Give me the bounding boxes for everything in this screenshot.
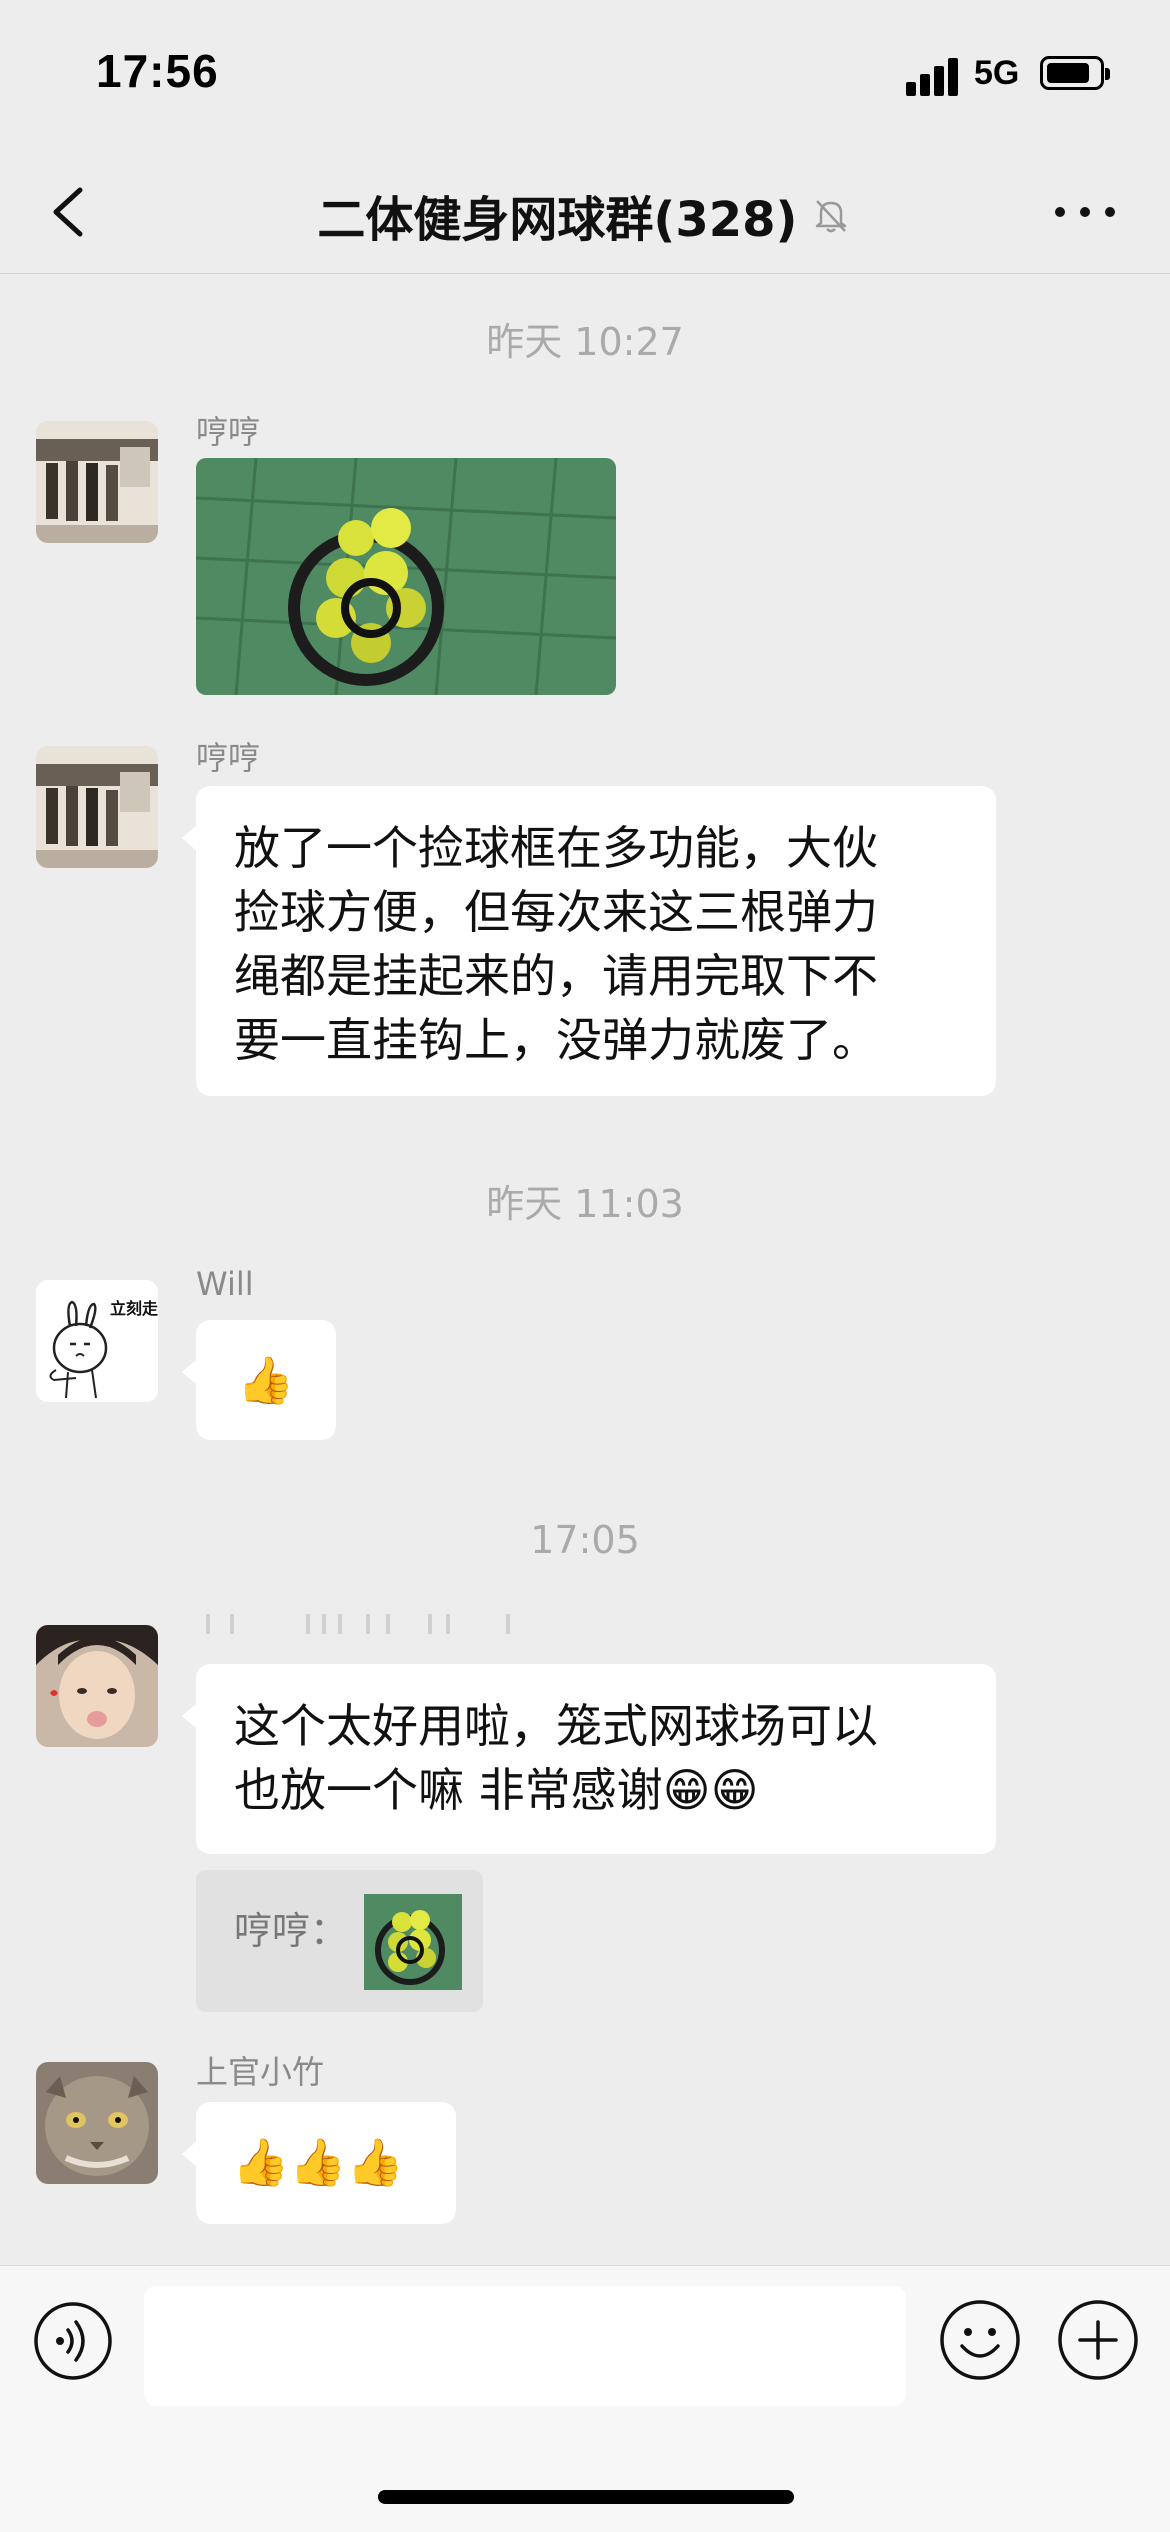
- timestamp: 昨天 11:03: [486, 1182, 684, 1226]
- sender-name: 哼哼: [196, 739, 261, 777]
- status-time: 17:56: [96, 45, 219, 97]
- status-bar: 17:56 5G: [0, 0, 1170, 150]
- voice-icon[interactable]: [32, 2300, 114, 2382]
- image-message[interactable]: [196, 458, 616, 695]
- title-wrap: 二体健身网球群(328): [0, 180, 1170, 250]
- timestamp: 昨天 10:27: [486, 320, 684, 364]
- avatar[interactable]: [36, 1625, 158, 1747]
- plus-circle-icon[interactable]: [1056, 2298, 1140, 2382]
- home-indicator: [378, 2490, 794, 2504]
- signal-icon: [906, 56, 960, 96]
- avatar[interactable]: [36, 2062, 158, 2184]
- chat-list[interactable]: 昨天 10:27 哼哼 哼哼 放了一个捡球框在多功能，大伙 捡球方便，但每次来这…: [0, 275, 1170, 2265]
- network-type: 5G: [974, 54, 1020, 92]
- bell-slash-icon: [815, 200, 846, 233]
- message-line: 放了一个捡球框在多功能，大伙: [234, 821, 878, 875]
- message-line: 要一直挂钩上，没弹力就废了。: [234, 1013, 878, 1067]
- avatar[interactable]: [36, 746, 158, 868]
- timestamp: 17:05: [530, 1518, 640, 1562]
- emoji-icon[interactable]: [938, 2298, 1022, 2382]
- message-line: 也放一个嘛 非常感谢😁😁: [234, 1763, 759, 1817]
- sender-name: Will: [196, 1265, 254, 1303]
- sender-name: 哼哼: [196, 413, 261, 451]
- avatar[interactable]: 立刻走: [36, 1280, 158, 1402]
- chat-title: 二体健身网球群(328): [317, 192, 798, 248]
- text-message[interactable]: 👍: [182, 1320, 336, 1440]
- sticker-text: 立刻走: [110, 1299, 158, 1318]
- avatar[interactable]: [36, 421, 158, 543]
- more-dots-icon[interactable]: [1050, 190, 1120, 234]
- chat-header: 二体健身网球群(328): [0, 150, 1170, 274]
- quote-label: 哼哼：: [234, 1909, 349, 1953]
- quoted-image[interactable]: [364, 1894, 462, 1990]
- quoted-message[interactable]: 哼哼：: [196, 1870, 483, 2012]
- text-message[interactable]: 👍👍👍: [182, 2102, 456, 2224]
- message-line: 这个太好用啦，笼式网球场可以: [234, 1699, 878, 1753]
- message-input[interactable]: [144, 2286, 906, 2406]
- message-text: 👍👍👍: [232, 2135, 404, 2189]
- text-message[interactable]: 放了一个捡球框在多功能，大伙 捡球方便，但每次来这三根弹力 绳都是挂起来的，请用…: [182, 786, 996, 1096]
- text-message[interactable]: 这个太好用啦，笼式网球场可以 也放一个嘛 非常感谢😁😁: [182, 1664, 996, 1854]
- battery-icon: [1040, 56, 1110, 90]
- message-text: 👍: [237, 1353, 295, 1407]
- message-line: 捡球方便，但每次来这三根弹力: [234, 885, 878, 939]
- message-line: 绳都是挂起来的，请用完取下不: [234, 949, 878, 1003]
- redacted-sender: [206, 1612, 526, 1636]
- sender-name: 上官小竹: [196, 2053, 325, 2091]
